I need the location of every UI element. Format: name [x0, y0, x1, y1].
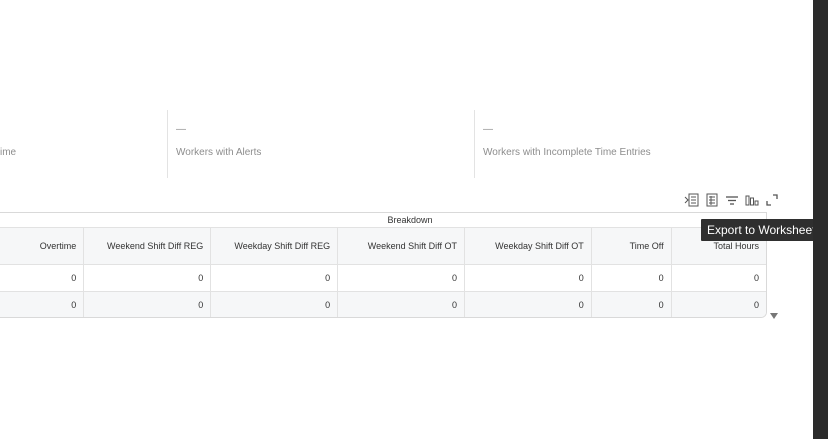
- table-row: 0 0 0 0 0 0 0: [0, 291, 766, 317]
- metric-value: —: [176, 124, 186, 135]
- table-cell: 0: [83, 291, 212, 317]
- export-to-excel-icon[interactable]: [704, 192, 720, 208]
- tooltip-export-to-worksheets: Export to Worksheets: [701, 219, 825, 241]
- metric-label: Workers with Incomplete Time Entries: [483, 147, 651, 158]
- column-header[interactable]: Weekday Shift Diff OT: [464, 227, 592, 265]
- table-cell: 0: [591, 264, 672, 292]
- group-header-breakdown: Breakdown: [387, 215, 433, 225]
- vertical-scrollbar[interactable]: [813, 0, 828, 439]
- filter-icon[interactable]: [724, 192, 740, 208]
- fullscreen-icon[interactable]: [764, 192, 780, 208]
- metric-workers-with-alerts[interactable]: — Workers with Alerts: [176, 110, 466, 178]
- metric-workers-incomplete-entries[interactable]: — Workers with Incomplete Time Entries: [483, 110, 783, 178]
- metric-label: Workers with Alerts: [176, 147, 262, 158]
- chart-icon[interactable]: [744, 192, 760, 208]
- table-cell: 0: [83, 264, 212, 292]
- table-row: 0 0 0 0 0 0 0: [0, 264, 766, 292]
- metric-value: —: [483, 124, 493, 135]
- table-cell: 0: [337, 264, 465, 292]
- table-cell: 0: [591, 291, 672, 317]
- table-cell: 0: [671, 264, 766, 292]
- column-header[interactable]: Weekend Shift Diff OT: [337, 227, 465, 265]
- table-cell: 0: [671, 291, 766, 317]
- column-header[interactable]: Time Off: [591, 227, 672, 265]
- table-cell: 0: [464, 264, 592, 292]
- table-cell: 0: [337, 291, 465, 317]
- table-cell: 0: [464, 291, 592, 317]
- breakdown-grid: Overtime Weekend Shift Diff REG Weekday …: [0, 227, 766, 317]
- column-header[interactable]: Overtime: [0, 227, 85, 265]
- column-header[interactable]: Weekday Shift Diff REG: [210, 227, 339, 265]
- metric-overtime: ime: [0, 110, 166, 178]
- metric-label: ime: [0, 147, 17, 158]
- column-header[interactable]: Weekend Shift Diff REG: [83, 227, 212, 265]
- scroll-down-arrow-icon[interactable]: [769, 307, 779, 319]
- metric-divider: [167, 110, 168, 178]
- table-cell: 0: [210, 291, 339, 317]
- table-cell: 0: [210, 264, 339, 292]
- table-cell: 0: [0, 264, 85, 292]
- table-cell: 0: [0, 291, 85, 317]
- metric-divider: [474, 110, 475, 178]
- table-header-row: Overtime Weekend Shift Diff REG Weekday …: [0, 227, 766, 265]
- breakdown-table: Breakdown Overtime Weekend Shift Diff RE…: [0, 212, 767, 318]
- table-toolbar: [684, 191, 780, 209]
- export-to-worksheets-icon[interactable]: [684, 192, 700, 208]
